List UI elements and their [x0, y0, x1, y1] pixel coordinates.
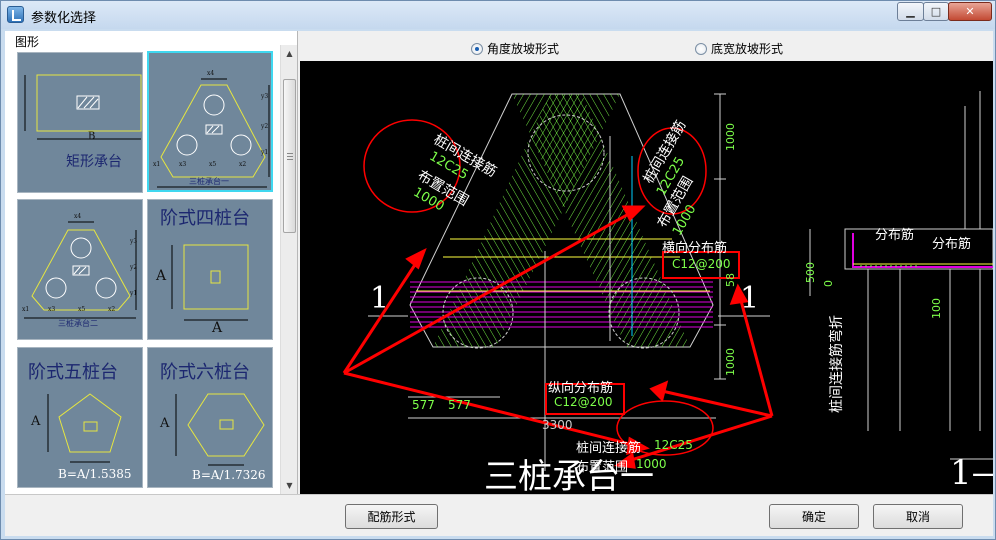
dialog-window: 参数化选择 ▁ □ ✕ 图形 B 矩形承台 x4 y3 y2 y1 x1 x3 …: [0, 0, 996, 540]
three-pile-2-dim-y1: y1: [130, 290, 138, 297]
radio-angle-label: 角度放坡形式: [487, 42, 560, 56]
section-dim-500: 500: [804, 262, 817, 283]
section-dim-0: 0: [822, 280, 835, 287]
stepped-five-pile-caption: 阶式五桩台: [28, 362, 118, 383]
three-pile-1-dim-x4: x4: [207, 70, 215, 77]
stepped-five-pile-dim-b: B=A/1.5385: [58, 467, 132, 481]
minimize-button[interactable]: ▁: [897, 2, 924, 21]
dim-577-b: 577: [448, 398, 471, 412]
app-icon: [7, 6, 24, 23]
vert-dist-label: 纵向分布筋: [548, 381, 614, 396]
scroll-down-button[interactable]: ▼: [281, 477, 298, 494]
three-pile-1-dim-x1: x1: [153, 161, 161, 168]
bottom-rebar-spec: 12C25: [654, 438, 693, 452]
section-mark-right: 1: [740, 281, 760, 316]
radio-width-slope[interactable]: 底宽放坡形式: [695, 40, 783, 57]
minimize-icon: ▁: [906, 5, 915, 18]
three-pile-1-dim-x3: x3: [179, 161, 187, 168]
scroll-grip-icon: [287, 153, 293, 160]
ok-button[interactable]: 确定: [769, 504, 859, 529]
radio-angle-dot[interactable]: [471, 42, 483, 55]
section-dist-label-1: 分布筋: [875, 228, 915, 243]
vert-dist-spec: C12@200: [554, 395, 613, 409]
close-icon: ✕: [965, 5, 975, 18]
rect-cap-caption: 矩形承台: [66, 154, 122, 170]
three-pile-2-dim-y2: y2: [130, 264, 138, 271]
window-title: 参数化选择: [31, 11, 97, 26]
stepped-six-pile-dim-b: B=A/1.7326: [192, 468, 266, 482]
thumbnail-stepped-five-pile[interactable]: 阶式五桩台 A B=A/1.5385: [17, 347, 143, 488]
three-pile-2-caption: 三桩承台二: [58, 319, 98, 328]
three-pile-1-dim-x5: x5: [209, 161, 217, 168]
radio-width-label: 底宽放坡形式: [711, 42, 784, 56]
three-pile-2-dim-y3: y3: [130, 238, 138, 245]
thumbnail-rect-cap[interactable]: B 矩形承台: [17, 52, 143, 193]
section-vertical-label: 桩间连接筋弯折: [829, 315, 845, 413]
stepped-four-pile-dim-a-left: A: [156, 268, 167, 284]
section-dist-label-2: 分布筋: [932, 237, 972, 252]
rebar-form-button[interactable]: 配筋形式: [345, 504, 438, 529]
dim-1000-top: 1000: [724, 123, 737, 151]
three-pile-1-dim-y3: y3: [261, 93, 269, 100]
radio-width-dot[interactable]: [695, 42, 707, 55]
drawing-title: 三桩承台一: [484, 457, 654, 494]
thumbnail-stepped-six-pile[interactable]: 阶式六桩台 A B=A/1.7326: [147, 347, 273, 488]
preview-canvas: 桩间连接筋 12C25 布置范围 1000 桩间连接筋 12C25 布置范围 1…: [300, 61, 993, 494]
cancel-button[interactable]: 取消: [873, 504, 963, 529]
rect-cap-diagram: [24, 74, 142, 140]
thumbnail-stepped-four-pile[interactable]: 阶式四桩台 A A: [147, 199, 273, 340]
dim-58: 58: [724, 273, 737, 287]
title-bar[interactable]: 参数化选择 ▁ □ ✕: [1, 1, 995, 29]
section-title-partial: 1—: [950, 453, 993, 493]
maximize-icon: □: [930, 5, 942, 18]
section-dim-100: 100: [930, 298, 943, 319]
thumbnail-three-pile-2[interactable]: x4 y3 y2 y1 x1 x3 x5 x2 三桩承台二: [17, 199, 143, 340]
thumbnail-three-pile-1[interactable]: x4 y3 y2 y1 x1 x3 x5 x2 三桩承台一: [147, 51, 273, 192]
three-pile-1-dim-x2: x2: [239, 161, 247, 168]
stepped-five-pile-dim-a: A: [31, 414, 41, 429]
horiz-dist-spec: C12@200: [672, 257, 731, 271]
scroll-up-icon: ▲: [286, 49, 293, 58]
shape-scrollbar[interactable]: ▲ ▼: [280, 45, 297, 494]
shape-pane: 图形 B 矩形承台 x4 y3 y2 y1 x1 x3 x5 x2 三桩承台一 …: [5, 31, 298, 494]
dialog-client: 图形 B 矩形承台 x4 y3 y2 y1 x1 x3 x5 x2 三桩承台一 …: [5, 31, 993, 536]
scroll-up-button[interactable]: ▲: [281, 45, 298, 62]
scroll-down-icon: ▼: [286, 481, 293, 490]
three-pile-2-dim-x3: x3: [48, 306, 56, 313]
maximize-button[interactable]: □: [923, 2, 949, 21]
section-mark-left: 1: [370, 281, 390, 316]
three-pile-2-dim-x2: x2: [108, 306, 116, 313]
close-button[interactable]: ✕: [948, 2, 992, 21]
stepped-four-pile-dim-a-bottom: A: [212, 320, 223, 336]
three-pile-1-dim-y1: y1: [261, 149, 269, 156]
three-pile-1-dim-y2: y2: [261, 123, 269, 130]
rect-cap-dim-b: B: [88, 131, 96, 142]
stepped-four-pile-caption: 阶式四桩台: [160, 208, 250, 229]
stepped-six-pile-caption: 阶式六桩台: [160, 362, 250, 383]
scroll-thumb[interactable]: [283, 79, 296, 233]
three-pile-1-caption: 三桩承台一: [189, 177, 229, 186]
radio-angle-slope[interactable]: 角度放坡形式: [471, 40, 559, 57]
shape-pane-label: 图形: [15, 35, 40, 49]
stepped-six-pile-dim-a: A: [160, 416, 170, 431]
button-bar: 配筋形式 确定 取消: [5, 494, 993, 536]
pile-cap-drawing: [342, 91, 993, 471]
horiz-dist-label: 横向分布筋: [662, 241, 728, 256]
dim-577-a: 577: [412, 398, 435, 412]
three-pile-2-dim-x5: x5: [78, 306, 86, 313]
three-pile-2-dim-x1: x1: [22, 306, 30, 313]
dim-1000-bottom: 1000: [724, 348, 737, 376]
dim-3300: 3300: [542, 418, 573, 432]
slope-options: 角度放坡形式 底宽放坡形式: [299, 31, 993, 59]
three-pile-2-dim-x4: x4: [74, 213, 82, 220]
